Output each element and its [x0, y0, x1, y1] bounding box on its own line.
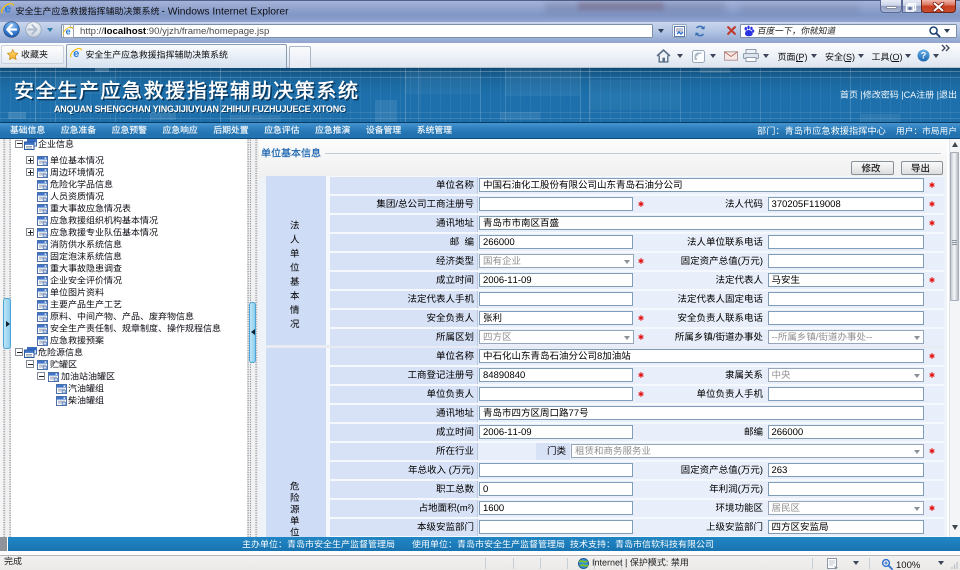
svg-text:ANQUAN SHENGCHAN YINGJIJIUYUAN: ANQUAN SHENGCHAN YINGJIJIUYUAN ZHIHUI FU… [54, 104, 346, 114]
